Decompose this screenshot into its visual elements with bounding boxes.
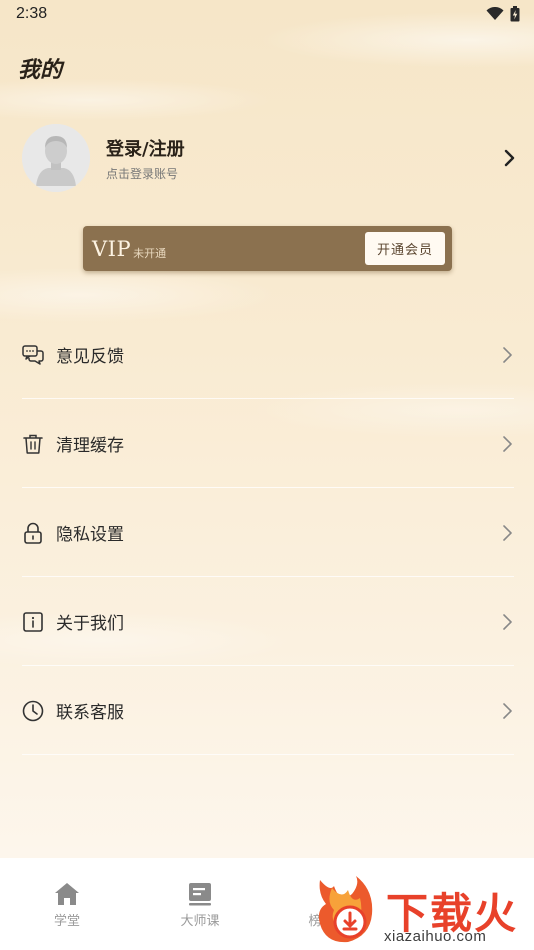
- menu-label-customer-service: 联系客服: [56, 703, 124, 723]
- menu-item-customer-service[interactable]: 联系客服: [0, 666, 534, 755]
- status-bar: 2:38: [0, 0, 534, 28]
- watermark-url: xiazaihuo.com: [384, 928, 487, 945]
- chevron-right-icon: [503, 524, 512, 541]
- menu-item-about-us[interactable]: 关于我们: [0, 577, 534, 666]
- flame-logo-icon: [318, 876, 373, 943]
- chevron-right-icon: [503, 702, 512, 719]
- settings-menu: 意见反馈 清理缓存 隐私设置 关于我们 联系客服: [0, 310, 534, 755]
- book-icon: [189, 883, 211, 906]
- chevron-right-icon[interactable]: [504, 149, 516, 167]
- menu-item-feedback[interactable]: 意见反馈: [0, 310, 534, 399]
- home-icon: [55, 883, 79, 905]
- tab-master-class[interactable]: 大师课: [160, 882, 240, 929]
- tab-label-school: 学堂: [53, 914, 80, 929]
- battery-icon: [510, 6, 520, 22]
- profile-text: 登录/注册 点击登录账号: [106, 135, 504, 182]
- menu-item-clear-cache[interactable]: 清理缓存: [0, 399, 534, 488]
- menu-label-clear-cache: 清理缓存: [56, 436, 124, 456]
- wifi-icon: [486, 7, 504, 20]
- menu-item-privacy[interactable]: 隐私设置: [0, 488, 534, 577]
- chevron-right-icon: [503, 435, 512, 452]
- feedback-icon: [22, 344, 44, 366]
- page-title: 我的: [18, 57, 63, 83]
- login-subtitle: 点击登录账号: [106, 166, 179, 181]
- login-label[interactable]: 登录/注册: [106, 135, 504, 161]
- vip-label: VIP: [92, 236, 132, 261]
- tab-label-master-class: 大师课: [180, 914, 220, 929]
- menu-label-privacy: 隐私设置: [56, 525, 124, 545]
- default-avatar-icon: [22, 124, 90, 192]
- lock-icon: [22, 522, 44, 544]
- open-vip-button[interactable]: 开通会员: [364, 232, 445, 265]
- vip-status: 未开通: [133, 246, 167, 260]
- clock-icon: [22, 700, 44, 722]
- status-time: 2:38: [16, 5, 48, 22]
- tab-school[interactable]: 学堂: [27, 882, 107, 929]
- avatar[interactable]: [22, 124, 90, 192]
- vip-card: VIP 未开通 开通会员: [83, 226, 452, 271]
- status-icons: [486, 6, 520, 22]
- watermark: 下载火 xiazaihuo.com: [312, 874, 534, 950]
- chevron-right-icon: [503, 346, 512, 363]
- info-icon: [22, 611, 44, 633]
- menu-label-feedback: 意见反馈: [56, 347, 124, 367]
- chevron-right-icon: [503, 613, 512, 630]
- menu-label-about-us: 关于我们: [56, 614, 124, 634]
- trash-icon: [22, 433, 44, 455]
- login-profile-row[interactable]: 登录/注册 点击登录账号: [22, 124, 522, 192]
